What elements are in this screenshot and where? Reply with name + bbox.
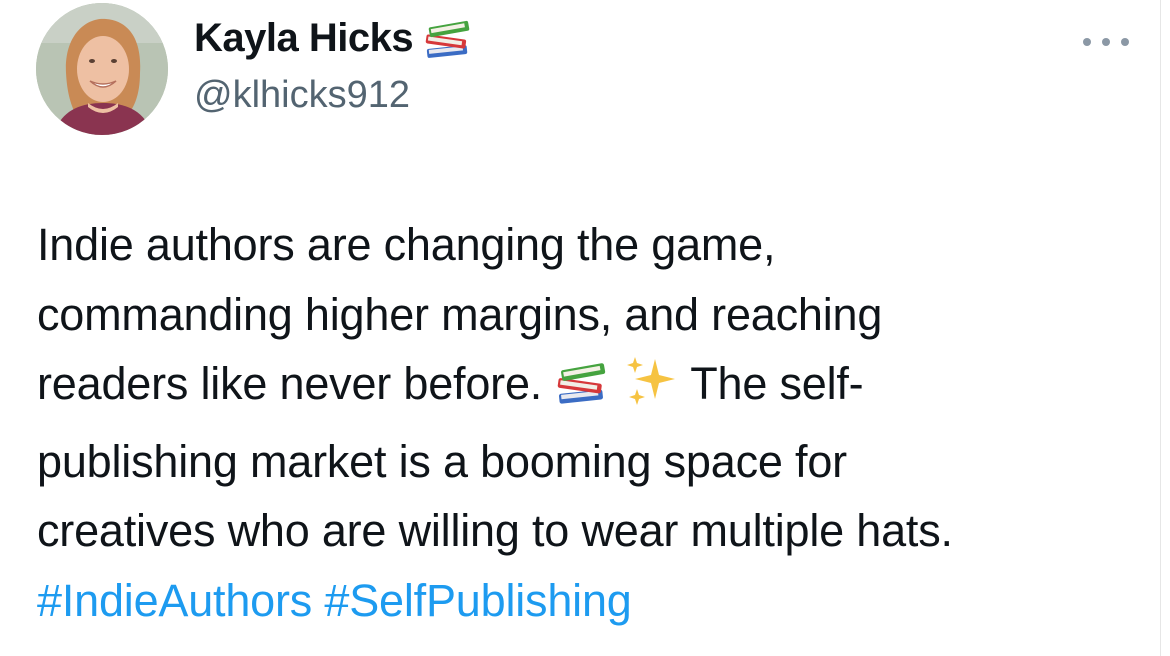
tweet-text-line: commanding higher margins, and reaching [37, 288, 883, 340]
author-display-name[interactable]: Kayla Hicks [194, 16, 414, 61]
avatar[interactable] [36, 3, 168, 135]
more-options-button[interactable] [1083, 28, 1129, 56]
more-dot [1121, 38, 1129, 46]
tweet-text-segment: The self- [690, 358, 864, 409]
author-handle[interactable]: @klhicks912 [194, 74, 410, 117]
tweet-text-line: Indie authors are changing the game, [37, 219, 776, 270]
author-name-row[interactable]: Kayla Hicks [194, 16, 473, 61]
more-dot [1102, 38, 1110, 46]
more-horizontal-icon [1083, 38, 1091, 46]
sparkles-icon [623, 355, 679, 427]
tweet-text-line: creatives who are willing to wear multip… [37, 505, 953, 556]
tweet-text-line: readers like never before. The self- [37, 349, 1127, 427]
divider [1160, 0, 1161, 656]
books-icon [423, 17, 473, 61]
tweet-text-segment: readers like never before. [37, 358, 543, 409]
tweet-text-line: publishing market is a booming space for [37, 435, 847, 487]
avatar-image [36, 3, 168, 135]
tweet-text: Indie authors are changing the game, com… [37, 210, 1127, 635]
hashtag-link[interactable]: #SelfPublishing [324, 575, 631, 626]
tweet-card: Kayla Hicks @klhicks912 Indie authors ar… [0, 0, 1170, 656]
books-icon [554, 357, 610, 427]
hashtag-line: #IndieAuthors #SelfPublishing [37, 566, 1127, 636]
hashtag-link[interactable]: #IndieAuthors [37, 575, 312, 626]
